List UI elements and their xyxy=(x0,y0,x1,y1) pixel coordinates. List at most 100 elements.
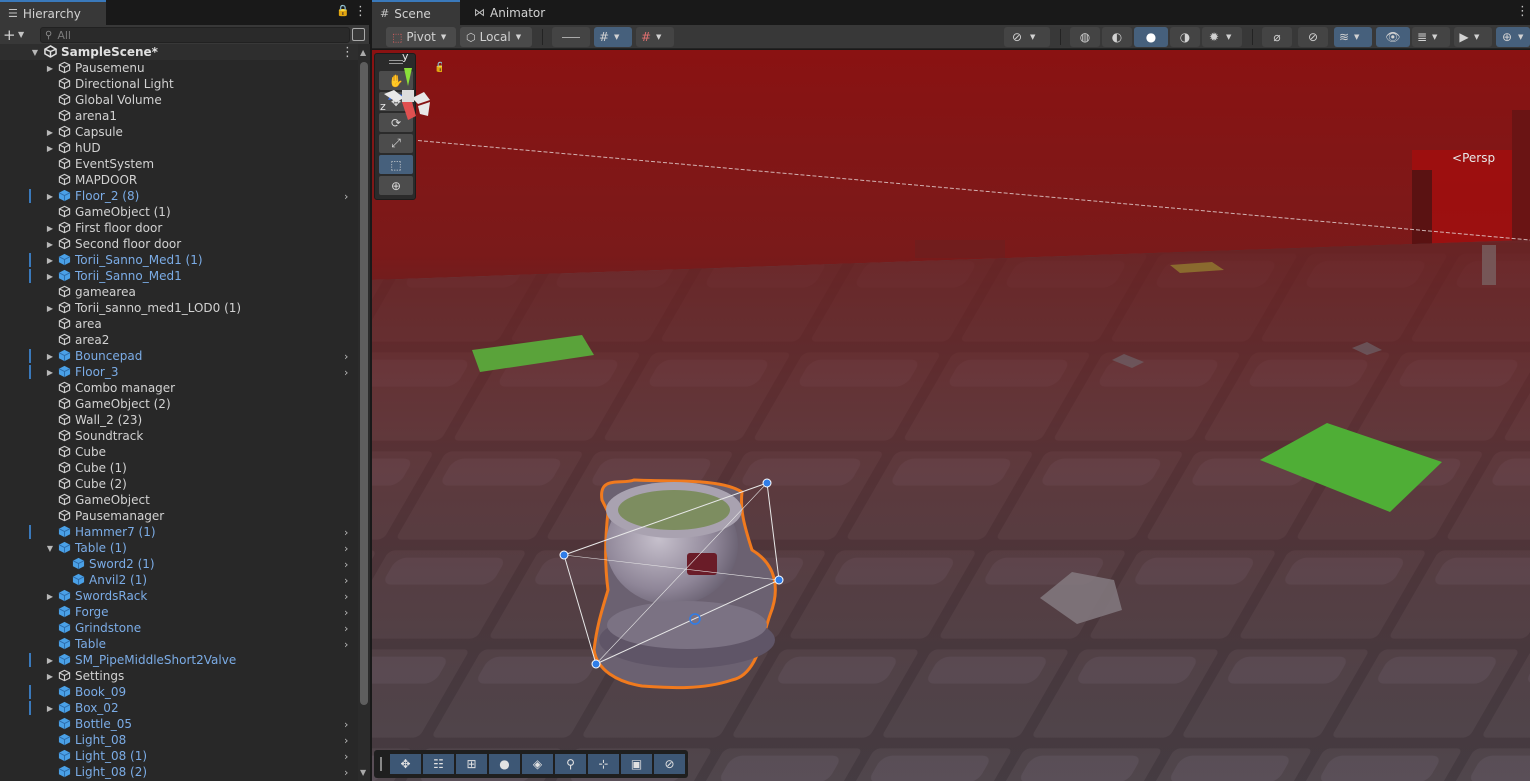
gizmo-neg-x-axis[interactable] xyxy=(384,90,404,102)
expand-arrow-icon[interactable]: ▶ xyxy=(45,592,55,601)
expand-arrow-icon[interactable]: ▶ xyxy=(45,272,55,281)
hierarchy-row[interactable]: EventSystem xyxy=(0,156,358,172)
create-plus-button[interactable]: + xyxy=(3,26,16,44)
open-prefab-chevron-icon[interactable]: › xyxy=(344,606,348,619)
gizmo-neg-z-axis[interactable] xyxy=(412,92,430,104)
expand-arrow-icon[interactable]: ▶ xyxy=(45,352,55,361)
scene-visibility-toggle[interactable]: 👁 xyxy=(1376,27,1410,47)
expand-arrow-icon[interactable]: ▶ xyxy=(45,64,55,73)
hierarchy-row[interactable]: gamearea xyxy=(0,284,358,300)
hierarchy-row[interactable]: area2 xyxy=(0,332,358,348)
expand-arrow-icon[interactable]: ▶ xyxy=(45,256,55,265)
scroll-up-icon[interactable]: ▲ xyxy=(360,48,366,57)
hierarchy-row[interactable]: Light_08 (1) › xyxy=(0,748,358,764)
local-dropdown[interactable]: ⬡ Local ▼ xyxy=(460,27,532,47)
hierarchy-row[interactable]: ▶ Torii_Sanno_Med1 xyxy=(0,268,358,284)
audio-toggle-button[interactable]: ⊘ xyxy=(1298,27,1328,47)
camera-overlay-button[interactable]: ▣ xyxy=(621,754,652,774)
snap-increment-field[interactable] xyxy=(552,27,590,47)
hierarchy-row[interactable]: ▶ Settings xyxy=(0,668,358,684)
camera-dropdown[interactable]: ▶ ▼ xyxy=(1454,27,1492,47)
unlit-mode-button[interactable]: ◑ xyxy=(1170,27,1200,47)
hierarchy-row[interactable]: Wall_2 (23) xyxy=(0,412,358,428)
open-prefab-chevron-icon[interactable]: › xyxy=(344,590,348,603)
search-overlay-button[interactable]: ⚲ xyxy=(555,754,586,774)
hierarchy-row[interactable]: Bottle_05 › xyxy=(0,716,358,732)
scene-viewport[interactable]: ✋✥⟳⤢⬚⊕ y z 🔒 <Persp ✥ ☷ ⊞ ● ◈ ⚲ ⊹ ▣ xyxy=(372,50,1530,781)
open-prefab-chevron-icon[interactable]: › xyxy=(344,542,348,555)
hierarchy-row[interactable]: ▶ Floor_3 › xyxy=(0,364,358,380)
hierarchy-row[interactable]: GameObject xyxy=(0,492,358,508)
hierarchy-row[interactable]: ▶ Floor_2 (8) › xyxy=(0,188,358,204)
gizmo-x-axis[interactable] xyxy=(402,102,416,120)
open-prefab-chevron-icon[interactable]: › xyxy=(344,622,348,635)
open-prefab-chevron-icon[interactable]: › xyxy=(344,766,348,779)
hierarchy-row[interactable]: Cube (1) xyxy=(0,460,358,476)
hierarchy-row[interactable]: ▶ Pausemenu xyxy=(0,60,358,76)
effects-dropdown[interactable]: ≋ ▼ xyxy=(1334,27,1372,47)
scroll-down-icon[interactable]: ▼ xyxy=(360,768,366,777)
open-prefab-chevron-icon[interactable]: › xyxy=(344,190,348,203)
collapse-arrow-icon[interactable]: ▼ xyxy=(45,544,55,553)
hierarchy-row[interactable]: Soundtrack xyxy=(0,428,358,444)
scene-root-row[interactable]: ▼ SampleScene* ⋮ xyxy=(0,44,358,60)
search-in-scene-icon[interactable] xyxy=(352,28,365,41)
hierarchy-scrollbar[interactable]: ▲ ▼ xyxy=(358,44,370,781)
hierarchy-row[interactable]: Cube (2) xyxy=(0,476,358,492)
hierarchy-row[interactable]: ▶ Box_02 xyxy=(0,700,358,716)
grid-overlay-button[interactable]: ⊞ xyxy=(456,754,487,774)
hierarchy-row[interactable]: ▶ hUD xyxy=(0,140,358,156)
tab-animator[interactable]: ⋈ Animator xyxy=(466,0,556,25)
hierarchy-row[interactable]: GameObject (1) xyxy=(0,204,358,220)
hierarchy-row[interactable]: Forge › xyxy=(0,604,358,620)
scrollbar-thumb[interactable] xyxy=(360,62,368,705)
orientation-gizmo[interactable]: y z 🔒 xyxy=(372,50,442,150)
shaded-wireframe-button[interactable]: ◐ xyxy=(1102,27,1132,47)
rect-tool-button[interactable]: ⬚ xyxy=(379,155,413,174)
open-prefab-chevron-icon[interactable]: › xyxy=(344,366,348,379)
gizmo-lock-icon[interactable]: 🔒 xyxy=(434,61,442,73)
2d-toggle-button[interactable]: ⌀ xyxy=(1262,27,1292,47)
sliders-overlay-button[interactable]: ☷ xyxy=(423,754,454,774)
gizmo-neg-y-axis[interactable] xyxy=(418,102,430,116)
expand-arrow-icon[interactable]: ▶ xyxy=(45,128,55,137)
hierarchy-row[interactable]: ▼ Table (1) › xyxy=(0,540,358,556)
hierarchy-row[interactable]: Grindstone › xyxy=(0,620,358,636)
shaded-mode-button[interactable]: ● xyxy=(1134,27,1168,47)
hierarchy-menu-icon[interactable]: ⋮ xyxy=(354,4,367,19)
open-prefab-chevron-icon[interactable]: › xyxy=(344,718,348,731)
create-caret-icon[interactable]: ▼ xyxy=(18,30,24,39)
hierarchy-row[interactable]: arena1 xyxy=(0,108,358,124)
expand-arrow-icon[interactable]: ▶ xyxy=(45,240,55,249)
expand-arrow-icon[interactable]: ▶ xyxy=(45,704,55,713)
pivot-dropdown[interactable]: ⬚ Pivot ▼ xyxy=(386,27,456,47)
hierarchy-row[interactable]: Global Volume xyxy=(0,92,358,108)
sphere-overlay-button[interactable]: ● xyxy=(489,754,520,774)
hierarchy-row[interactable]: Cube xyxy=(0,444,358,460)
hierarchy-row[interactable]: MAPDOOR xyxy=(0,172,358,188)
hierarchy-row[interactable]: ▶ SM_PipeMiddleShort2Valve xyxy=(0,652,358,668)
scene-menu-icon[interactable]: ⋮ xyxy=(1516,4,1529,19)
debug-draw-dropdown[interactable]: ✹ ▼ xyxy=(1202,27,1242,47)
scene-render[interactable] xyxy=(372,50,1530,781)
hierarchy-row[interactable]: Directional Light xyxy=(0,76,358,92)
open-prefab-chevron-icon[interactable]: › xyxy=(344,734,348,747)
expand-arrow-icon[interactable]: ▶ xyxy=(45,304,55,313)
open-prefab-chevron-icon[interactable]: › xyxy=(344,638,348,651)
hierarchy-row[interactable]: ▶ Torii_sanno_med1_LOD0 (1) xyxy=(0,300,358,316)
hierarchy-row[interactable]: Light_08 › xyxy=(0,732,358,748)
compass-overlay-button[interactable]: ⊘ xyxy=(654,754,685,774)
hierarchy-row[interactable]: Hammer7 (1) › xyxy=(0,524,358,540)
gizmo-y-axis[interactable] xyxy=(404,68,412,86)
open-prefab-chevron-icon[interactable]: › xyxy=(344,574,348,587)
grid-snapping-toggle[interactable]: # ▼ xyxy=(594,27,632,47)
layers-overlay-button[interactable]: ◈ xyxy=(522,754,553,774)
increment-snap-toggle[interactable]: # ▼ xyxy=(636,27,674,47)
expand-arrow-icon[interactable]: ▶ xyxy=(45,368,55,377)
gizmos-dropdown[interactable]: ⊕ ▼ xyxy=(1496,27,1530,47)
expand-arrow-icon[interactable]: ▶ xyxy=(45,144,55,153)
open-prefab-chevron-icon[interactable]: › xyxy=(344,558,348,571)
wireframe-mode-button[interactable]: ◍ xyxy=(1070,27,1100,47)
hierarchy-row[interactable]: Anvil2 (1) › xyxy=(0,572,358,588)
projection-toggle[interactable]: <Persp xyxy=(1452,151,1495,165)
